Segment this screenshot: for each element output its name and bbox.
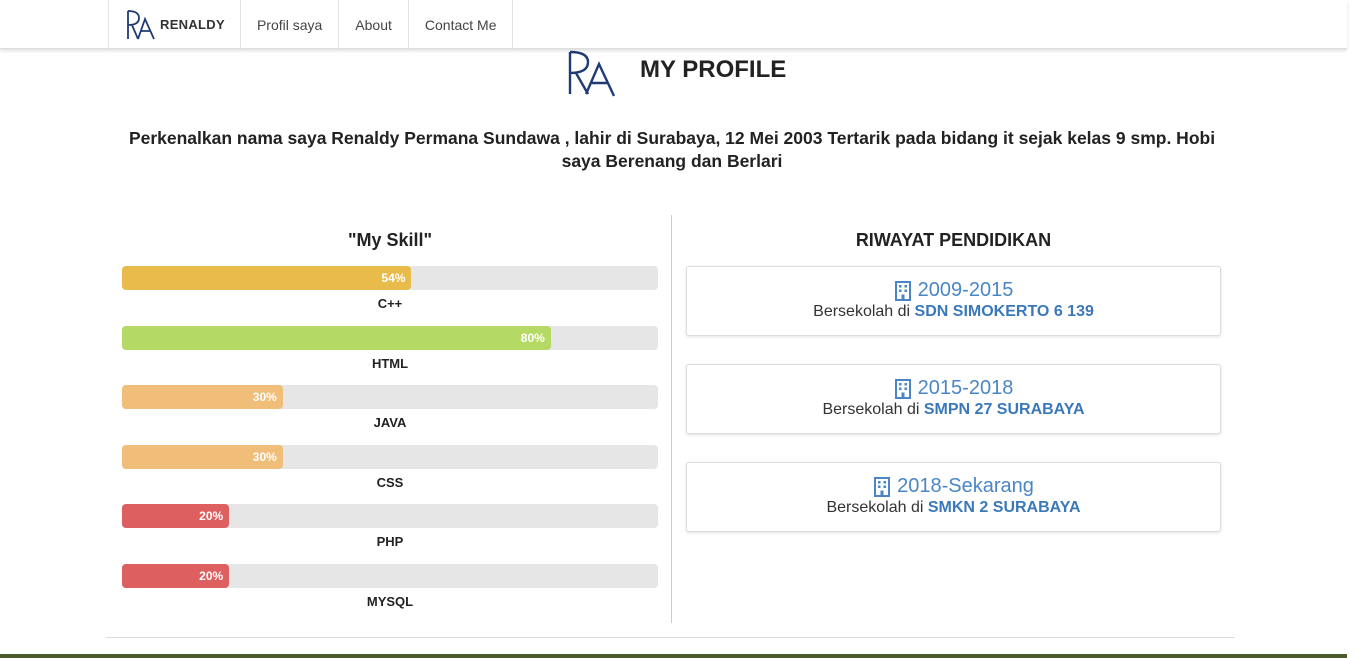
building-icon: [894, 280, 911, 301]
skills-heading: "My Skill": [347, 230, 433, 250]
nav-link-about[interactable]: About: [339, 0, 409, 49]
education-card: 2009-2015 Bersekolah di SDN SIMOKERTO 6 …: [686, 266, 1221, 336]
skill-bar-track: 30%: [122, 445, 658, 469]
education-years: 2018-Sekarang: [897, 475, 1034, 497]
education-prefix: Bersekolah di: [826, 499, 924, 516]
ra-logo-icon: [127, 9, 155, 39]
skill-label: CSS: [376, 475, 404, 490]
building-icon: [894, 378, 911, 399]
education-year-row: 2015-2018: [687, 377, 1220, 400]
skill-bar-fill: 54%: [122, 266, 412, 290]
skill-bar-fill: 30%: [122, 385, 283, 409]
skill-css: 30% CSS: [122, 445, 658, 495]
skill-mysql: 20% MYSQL: [122, 564, 658, 614]
education-year-row: 2018-Sekarang: [687, 475, 1220, 498]
brand-link[interactable]: RENALDY: [108, 0, 241, 49]
education-years: 2009-2015: [917, 279, 1014, 301]
education-desc: Bersekolah di SMPN 27 SURABAYA: [687, 401, 1220, 419]
education-desc: Bersekolah di SDN SIMOKERTO 6 139: [687, 303, 1220, 321]
skill-bar-track: 80%: [122, 326, 658, 350]
education-years: 2015-2018: [917, 377, 1014, 399]
scrollbar[interactable]: [1347, 0, 1366, 658]
profile-logo-icon: [566, 50, 620, 105]
skill-cpp: 54% C++: [122, 266, 658, 316]
skill-bar-fill: 30%: [122, 445, 283, 469]
education-school: SMPN 27 SURABAYA: [923, 401, 1085, 418]
skill-bar-track: 30%: [122, 385, 658, 409]
education-prefix: Bersekolah di: [822, 401, 920, 418]
intro-text: Perkenalkan nama saya Renaldy Permana Su…: [128, 128, 1216, 171]
skill-java: 30% JAVA: [122, 385, 658, 435]
column-divider: [671, 215, 672, 623]
skill-label: MYSQL: [366, 594, 414, 609]
skill-bar-track: 54%: [122, 266, 658, 290]
education-card: 2015-2018 Bersekolah di SMPN 27 SURABAYA: [686, 364, 1221, 434]
education-school: SDN SIMOKERTO 6 139: [914, 303, 1094, 320]
education-desc: Bersekolah di SMKN 2 SURABAYA: [687, 499, 1220, 517]
skill-bar-fill: 80%: [122, 326, 551, 350]
section-divider: [106, 637, 1235, 638]
education-year-row: 2009-2015: [687, 279, 1220, 302]
skill-php: 20% PHP: [122, 504, 658, 554]
skill-label: PHP: [376, 534, 404, 549]
building-icon: [874, 476, 891, 497]
education-prefix: Bersekolah di: [813, 303, 911, 320]
skill-bar-fill: 20%: [122, 564, 230, 588]
skill-label: HTML: [371, 356, 409, 371]
skill-bar-track: 20%: [122, 564, 658, 588]
skill-bar-fill: 20%: [122, 504, 230, 528]
education-card: 2018-Sekarang Bersekolah di SMKN 2 SURAB…: [686, 462, 1221, 532]
nav-link-contact[interactable]: Contact Me: [409, 0, 514, 49]
skill-bar-track: 20%: [122, 504, 658, 528]
skill-label: C++: [377, 296, 403, 311]
education-school: SMKN 2 SURABAYA: [927, 499, 1081, 516]
page-title: MY PROFILE: [640, 56, 787, 83]
skill-label: JAVA: [373, 415, 407, 430]
brand-text: RENALDY: [160, 17, 225, 32]
nav-inner: RENALDY Profil saya About Contact Me: [108, 0, 514, 49]
footer-strip: [0, 654, 1347, 658]
navbar: RENALDY Profil saya About Contact Me: [0, 0, 1347, 49]
nav-link-profil[interactable]: Profil saya: [241, 0, 340, 49]
skill-html: 80% HTML: [122, 326, 658, 376]
education-heading: RIWAYAT PENDIDIKAN: [855, 230, 1052, 250]
